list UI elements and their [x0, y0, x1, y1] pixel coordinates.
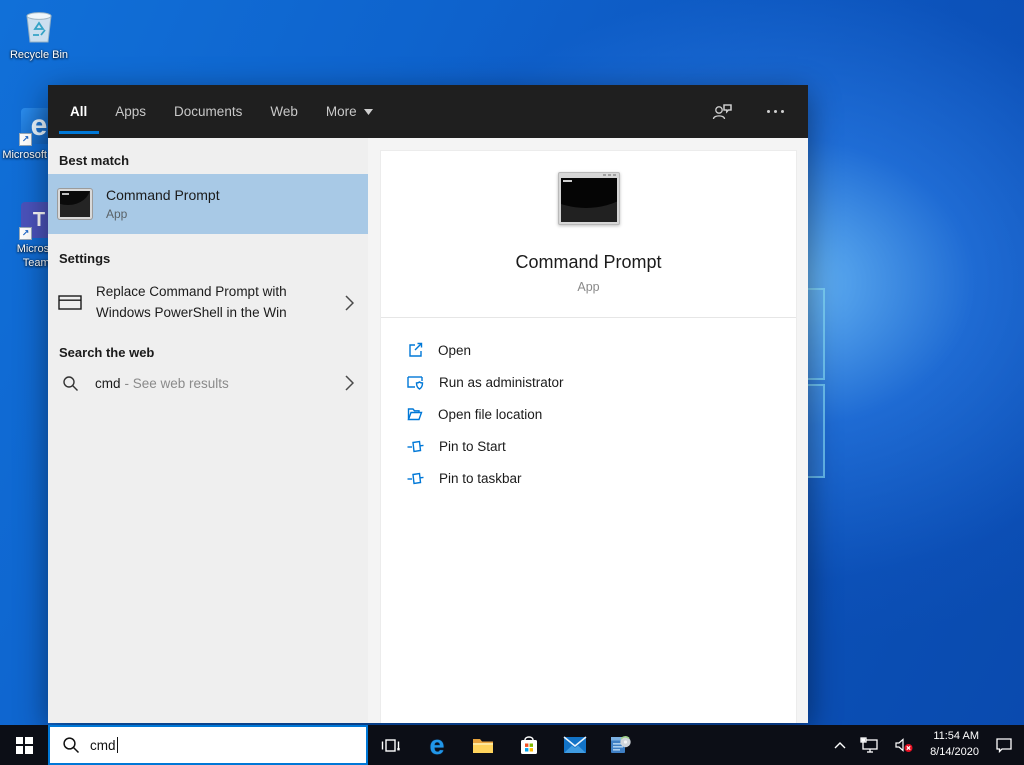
action-run-as-administrator[interactable]: Run as administrator [407, 366, 796, 398]
taskbar-search-input[interactable]: cmd [48, 725, 368, 765]
clock[interactable]: 11:54 AM 8/14/2020 [921, 729, 988, 761]
shortcut-arrow-icon: ↗ [19, 133, 32, 146]
windows-logo-icon [15, 736, 33, 754]
mail-icon[interactable] [552, 725, 598, 765]
volume-muted-icon[interactable] [887, 725, 921, 765]
more-options-icon[interactable] [767, 110, 784, 113]
window-setting-icon [58, 294, 82, 312]
section-heading-search-the-web: Search the web [59, 344, 155, 360]
tab-all[interactable]: All [70, 85, 87, 138]
command-prompt-large-icon [557, 172, 620, 225]
taskbar: cmd e 11:54 AM 8/14/2020 [0, 725, 1024, 765]
shortcut-arrow-icon: ↗ [19, 227, 32, 240]
start-button[interactable] [0, 725, 48, 765]
taskbar-edge-icon[interactable]: e [414, 725, 460, 765]
shield-admin-icon [407, 374, 424, 390]
action-center-icon[interactable] [988, 725, 1020, 765]
open-icon [407, 342, 423, 358]
search-results-list: Best match Command Prompt App Settings R… [48, 138, 368, 723]
detail-subtitle: App [577, 280, 600, 294]
clock-date: 8/14/2020 [930, 746, 979, 758]
system-tray: 11:54 AM 8/14/2020 [827, 725, 1024, 765]
clock-time: 11:54 AM [933, 730, 979, 743]
detail-title: Command Prompt [515, 252, 662, 272]
chevron-right-icon[interactable] [345, 375, 358, 391]
desktop-icon-label: Recycle Bin [9, 49, 69, 61]
web-query-hint: - See web results [124, 375, 229, 391]
tab-more[interactable]: More [326, 85, 373, 138]
result-command-prompt[interactable]: Command Prompt App [48, 174, 368, 234]
search-query-text: cmd [90, 737, 116, 753]
action-pin-to-taskbar[interactable]: Pin to taskbar [407, 462, 796, 494]
result-detail-pane: Command Prompt App Open Run as administr… [368, 138, 808, 723]
chevron-right-icon[interactable] [345, 295, 358, 311]
desktop-icon-recycle-bin[interactable]: Recycle Bin [0, 6, 78, 63]
recycle-bin-icon [19, 6, 59, 46]
network-icon[interactable] [853, 725, 887, 765]
result-title: Command Prompt [106, 187, 220, 203]
section-heading-settings: Settings [59, 251, 111, 266]
tab-documents[interactable]: Documents [174, 85, 242, 138]
folder-icon [407, 406, 423, 422]
action-list: Open Run as administrator Open file loca… [381, 318, 796, 494]
search-filter-bar: All Apps Documents Web More [48, 85, 808, 138]
microsoft-store-icon[interactable] [506, 725, 552, 765]
action-open[interactable]: Open [407, 334, 796, 366]
task-view-button[interactable] [368, 725, 414, 765]
folder-location-action[interactable]: Open file location [407, 398, 796, 430]
search-icon [62, 375, 79, 392]
account-icon[interactable] [711, 102, 733, 122]
action-pin-to-start[interactable]: Pin to Start [407, 430, 796, 462]
section-heading-best-match: Best match [59, 153, 130, 168]
tab-apps[interactable]: Apps [115, 85, 146, 138]
start-search-panel: All Apps Documents Web More Best match C… [48, 85, 808, 723]
file-explorer-icon[interactable] [460, 725, 506, 765]
text-cursor [116, 737, 118, 753]
tab-web[interactable]: Web [270, 85, 298, 138]
command-prompt-icon [58, 189, 92, 219]
result-subtitle: App [106, 207, 128, 221]
wallpaper-window-pane [806, 384, 825, 478]
web-query: cmd [95, 375, 121, 391]
result-replace-command-prompt-setting[interactable]: Replace Command Prompt with Windows Powe… [48, 272, 368, 334]
show-hidden-icons-chevron[interactable] [827, 725, 853, 765]
chevron-down-icon [363, 108, 373, 115]
installer-app-icon[interactable] [598, 725, 644, 765]
wallpaper-window-pane [806, 288, 825, 380]
result-title: Replace Command Prompt with Windows Powe… [96, 284, 287, 320]
result-web-search-cmd[interactable]: cmd - See web results [48, 366, 368, 401]
pin-icon [407, 439, 424, 454]
search-icon [62, 736, 80, 754]
pin-icon [407, 471, 424, 486]
